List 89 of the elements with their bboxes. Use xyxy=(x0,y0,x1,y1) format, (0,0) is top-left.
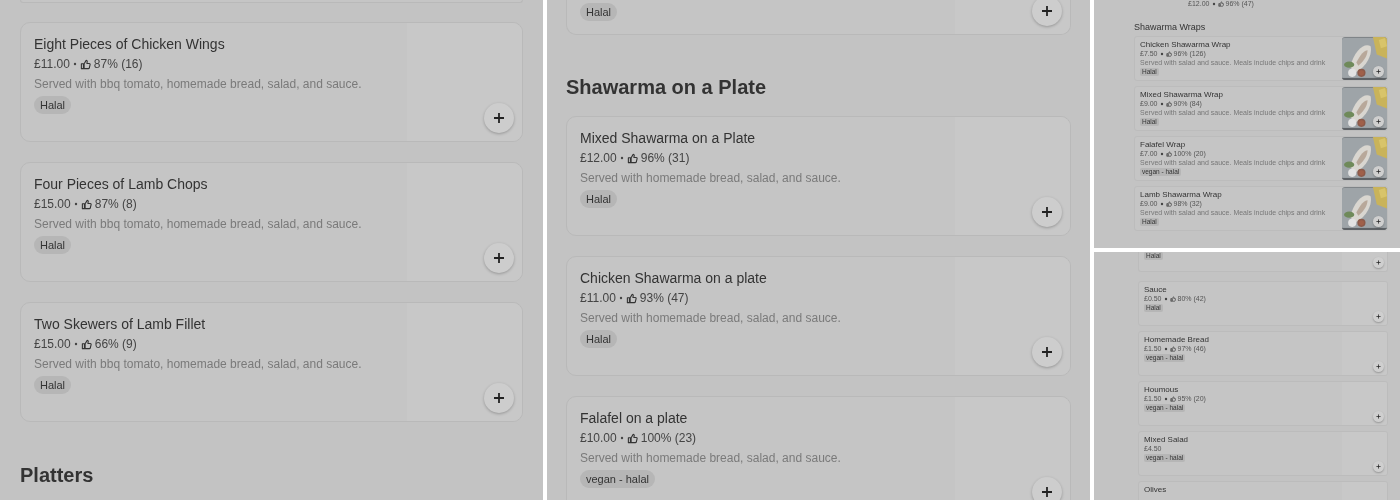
plus-icon xyxy=(1041,206,1053,218)
add-button[interactable] xyxy=(1373,166,1384,177)
price-text: £15.00 xyxy=(34,196,71,212)
add-button[interactable] xyxy=(1373,411,1384,422)
rating-text: 96% (31) xyxy=(640,150,690,166)
thumbs-up-icon xyxy=(1165,201,1172,207)
thumbs-up-icon xyxy=(625,292,637,304)
add-button[interactable] xyxy=(1373,461,1384,472)
dietary-tag: vegan - halal xyxy=(580,470,655,488)
thumbs-up-icon xyxy=(1165,151,1172,157)
add-button[interactable] xyxy=(1373,311,1384,322)
thumbs-up-icon xyxy=(1217,1,1224,7)
item-name: Falafel Wrap xyxy=(1140,140,1186,149)
item-name: Four Pieces of Lamb Chops xyxy=(34,175,208,193)
price-text: £11.00 xyxy=(34,56,70,72)
add-button[interactable] xyxy=(484,243,514,273)
thumbs-up-icon xyxy=(80,338,92,350)
item-name: Lamb Shawarma Wrap xyxy=(1140,190,1222,199)
item-name: Mixed Shawarma on a Plate xyxy=(580,129,756,147)
item-name: Sauce xyxy=(1144,285,1167,294)
dietary-tag: Halal xyxy=(580,190,618,208)
plus-icon xyxy=(493,392,505,404)
item-description: Served with homemade bread, salad, and sauce. xyxy=(580,170,841,186)
add-button[interactable] xyxy=(1032,197,1062,227)
item-name: Eight Pieces of Chicken Wings xyxy=(34,35,225,53)
plus-icon xyxy=(1041,5,1053,17)
dietary-tag: Halal xyxy=(580,3,618,21)
dietary-tag: Halal xyxy=(34,236,72,254)
item-name: Mixed Shawarma Wrap xyxy=(1140,90,1223,99)
thumbs-up-icon xyxy=(80,198,92,210)
price-text: £10.00 xyxy=(580,430,617,446)
item-name: Houmous xyxy=(1144,385,1179,394)
price-text: £11.00 xyxy=(580,290,616,306)
thumbs-up-icon xyxy=(1169,296,1176,302)
thumbs-up-icon xyxy=(79,58,91,70)
item-name: Chicken Shawarma Wrap xyxy=(1140,40,1231,49)
thumbs-up-icon xyxy=(626,152,638,164)
add-button[interactable] xyxy=(484,103,514,133)
plus-icon xyxy=(1376,219,1381,224)
plus-icon xyxy=(1376,414,1381,419)
add-button[interactable] xyxy=(1373,66,1384,77)
rating-text: 66% (9) xyxy=(94,336,137,352)
add-button[interactable] xyxy=(1032,337,1062,367)
plus-icon xyxy=(1376,314,1381,319)
price-text: £15.00 xyxy=(34,336,71,352)
thumbs-up-icon xyxy=(626,432,638,444)
add-button[interactable] xyxy=(1373,257,1384,268)
item-name: Two Skewers of Lamb Fillet xyxy=(34,315,206,333)
item-description: Served with homemade bread, salad, and sauce. xyxy=(580,450,841,466)
item-name: Homemade Bread xyxy=(1144,335,1209,344)
item-description: Served with homemade bread, salad, and sauce. xyxy=(580,310,841,326)
plus-icon xyxy=(1376,260,1381,265)
add-button[interactable] xyxy=(484,383,514,413)
add-button[interactable] xyxy=(1373,116,1384,127)
price-text: £12.00 xyxy=(580,150,617,166)
rating-text: 87% (16) xyxy=(93,56,143,72)
add-button[interactable] xyxy=(1373,361,1384,372)
section-heading: Shawarma Wraps xyxy=(1134,22,1207,32)
plus-icon xyxy=(493,252,505,264)
dietary-tag: Halal xyxy=(34,376,72,394)
plus-icon xyxy=(1041,486,1053,498)
dietary-tag: Halal xyxy=(580,330,618,348)
add-button[interactable] xyxy=(1032,0,1062,26)
plus-icon xyxy=(1376,464,1381,469)
item-description: Served with bbq tomato, homemade bread, salad, and sauce. xyxy=(34,76,362,92)
item-name: Olives xyxy=(1144,485,1167,494)
section-heading: Shawarma on a Plate xyxy=(566,75,768,99)
plus-icon xyxy=(1041,346,1053,358)
item-description: Served with bbq tomato, homemade bread, salad, and sauce. xyxy=(34,356,362,372)
dietary-tag: Halal xyxy=(34,96,72,114)
plus-icon xyxy=(1376,69,1381,74)
thumbs-up-icon xyxy=(1169,396,1176,402)
add-button[interactable] xyxy=(1373,216,1384,227)
rating-text: 93% (47) xyxy=(639,290,689,306)
plus-icon xyxy=(493,112,505,124)
item-name: Chicken Shawarma on a plate xyxy=(580,269,767,287)
item-name: Mixed Salad xyxy=(1144,435,1189,444)
thumbs-up-icon xyxy=(1165,51,1172,57)
item-description: Served with bbq tomato, homemade bread, salad, and sauce. xyxy=(34,216,362,232)
plus-icon xyxy=(1376,364,1381,369)
item-name: Falafel on a plate xyxy=(580,409,688,427)
thumbs-up-icon xyxy=(1165,101,1172,107)
plus-icon xyxy=(1376,169,1381,174)
section-heading: Platters xyxy=(20,463,95,487)
plus-icon xyxy=(1376,119,1381,124)
rating-text: 100% (23) xyxy=(640,430,697,446)
thumbs-up-icon xyxy=(1169,346,1176,352)
rating-text: 87% (8) xyxy=(94,196,137,212)
add-button[interactable] xyxy=(1032,477,1062,500)
